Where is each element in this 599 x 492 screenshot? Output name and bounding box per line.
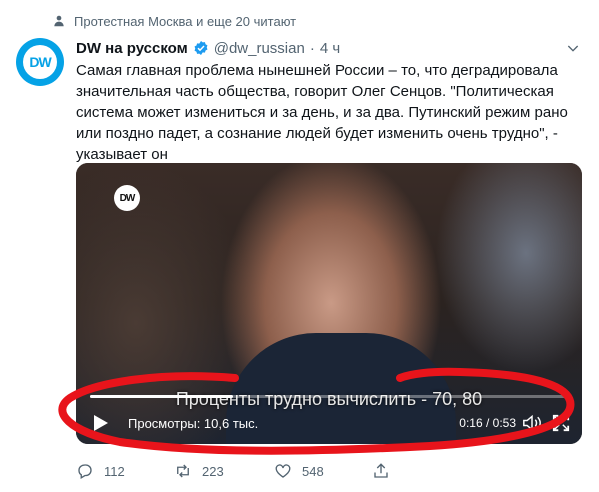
verified-badge-icon [193, 40, 209, 56]
like-button[interactable]: 548 [274, 462, 324, 480]
video-subtitle: Проценты трудно вычислить - 70, 80 [175, 389, 483, 409]
video-progress-fill [90, 395, 234, 398]
tweet-actions: 112 223 548 [76, 460, 406, 482]
reply-icon [78, 464, 92, 479]
play-icon[interactable] [90, 413, 110, 433]
retweet-button[interactable]: 223 [174, 462, 224, 480]
video-time: 0:16 / 0:53 [459, 416, 516, 430]
more-chevron-icon[interactable] [563, 38, 583, 58]
fullscreen-icon[interactable] [552, 414, 570, 432]
retweet-icon [177, 464, 189, 478]
video-progress-bar[interactable] [90, 395, 568, 398]
person-icon [52, 14, 66, 28]
share-icon [374, 463, 388, 478]
dw-watermark: DW [114, 185, 140, 211]
separator-dot: · [309, 39, 315, 57]
tweet-header: DW на русском @dw_russian · 4 ч [76, 37, 340, 59]
avatar[interactable]: DW [16, 38, 64, 86]
volume-icon[interactable] [522, 414, 542, 432]
like-count: 548 [302, 463, 324, 479]
dw-logo: DW [23, 45, 57, 79]
social-context-text: Протестная Москва и еще 20 читают [74, 13, 297, 29]
tweet-text: Самая главная проблема нынешней России –… [76, 62, 568, 163]
tweet-time[interactable]: 4 ч [320, 40, 340, 57]
reply-button[interactable]: 112 [76, 462, 125, 480]
author-handle[interactable]: @dw_russian [214, 40, 305, 57]
social-context[interactable]: Протестная Москва и еще 20 читают [52, 11, 296, 31]
reply-count: 112 [104, 463, 125, 479]
view-count: Просмотры: 10,6 тыс. [128, 416, 259, 431]
heart-icon [275, 464, 291, 478]
video-player[interactable]: DW Проценты трудно вычислить - 70, 80 Пр… [76, 163, 582, 444]
share-button[interactable] [372, 462, 390, 480]
retweet-count: 223 [202, 463, 224, 479]
author-name[interactable]: DW на русском [76, 40, 188, 57]
